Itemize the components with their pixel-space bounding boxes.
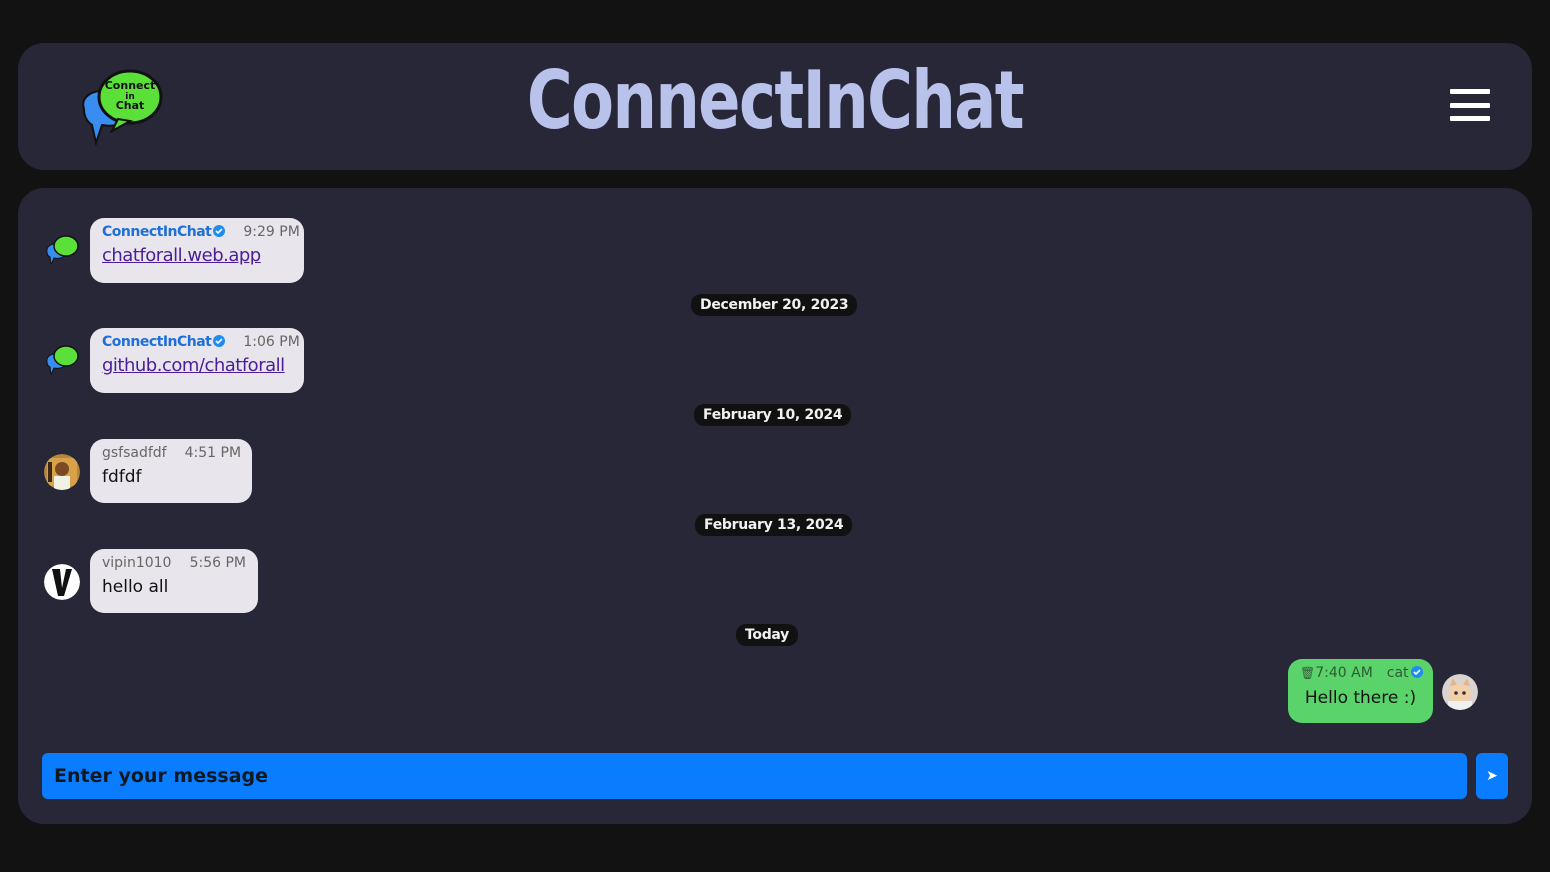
message-bubble: gsfsadfdf 4:51 PM fdfdf	[90, 439, 252, 503]
verified-badge-icon	[213, 335, 226, 351]
delete-icon[interactable]: 🗑	[1300, 666, 1315, 680]
own-message-bubble: 🗑7:40 AM cat Hello there :)	[1288, 659, 1433, 723]
message-bubble: vipin1010 5:56 PM hello all	[90, 549, 258, 613]
avatar-photo[interactable]	[44, 454, 80, 490]
message-time: 1:06 PM	[243, 334, 300, 350]
avatar-v-logo[interactable]	[44, 564, 80, 600]
avatar-connectinchat[interactable]	[44, 232, 80, 268]
message-time: 7:40 AM	[1315, 665, 1373, 681]
verified-badge-icon	[1410, 666, 1423, 682]
message-time: 4:51 PM	[184, 445, 242, 461]
avatar-connectinchat[interactable]	[44, 342, 80, 378]
hamburger-icon[interactable]	[1450, 89, 1490, 121]
message-text: fdfdf	[102, 467, 142, 487]
send-button[interactable]: ➤	[1476, 753, 1508, 799]
chat-panel: ConnectInChat 9:29 PM chatforall.web.app…	[18, 188, 1532, 824]
sender-name[interactable]: vipin1010	[102, 555, 171, 571]
app-title: ConnectInChat	[526, 54, 1025, 147]
message-time: 5:56 PM	[189, 555, 246, 571]
sender-name[interactable]: cat	[1387, 665, 1409, 681]
date-separator: February 10, 2024	[694, 404, 852, 426]
message-input-container[interactable]	[42, 753, 1467, 799]
message-link[interactable]: github.com/chatforall	[102, 355, 292, 376]
date-separator: December 20, 2023	[691, 294, 858, 316]
verified-badge-icon	[213, 225, 226, 241]
date-separator: February 13, 2024	[695, 514, 853, 536]
avatar-cat[interactable]	[1442, 674, 1478, 710]
message-bubble: ConnectInChat 9:29 PM chatforall.web.app	[90, 218, 304, 283]
app-header: Connect in Chat ConnectInChat	[18, 43, 1532, 170]
message-bubble: ConnectInChat 1:06 PM github.com/chatfor…	[90, 328, 304, 393]
message-text: Hello there :)	[1304, 688, 1417, 708]
date-separator: Today	[736, 624, 798, 646]
message-text: hello all	[102, 577, 169, 597]
sender-name[interactable]: ConnectInChat	[102, 334, 212, 350]
app-logo[interactable]: Connect in Chat	[78, 65, 164, 149]
logo-text-1: Connect	[105, 79, 156, 92]
sender-name[interactable]: ConnectInChat	[102, 224, 212, 240]
message-time: 9:29 PM	[243, 224, 300, 240]
logo-text-3: Chat	[116, 99, 145, 112]
message-link[interactable]: chatforall.web.app	[102, 245, 292, 266]
sender-name[interactable]: gsfsadfdf	[102, 445, 167, 461]
send-arrow-icon: ➤	[1486, 768, 1498, 784]
message-input[interactable]	[52, 764, 1457, 788]
